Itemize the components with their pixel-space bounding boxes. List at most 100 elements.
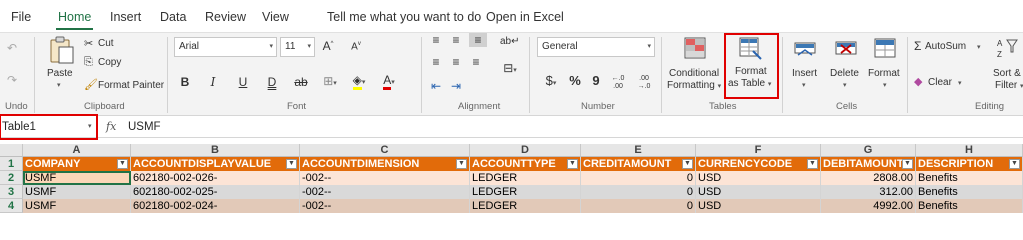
wrap-text-icon[interactable]: ab↵ <box>500 36 520 47</box>
increase-indent-icon[interactable]: ⇥ <box>449 79 463 93</box>
table-cell[interactable]: -002-- <box>300 199 470 213</box>
table-cell[interactable]: 0 <box>581 199 696 213</box>
table-cell[interactable]: 602180-002-025- <box>131 185 300 199</box>
table-header-cell[interactable]: ACCOUNTDISPLAYVALUE ▼ <box>131 157 300 171</box>
select-all-corner[interactable] <box>0 144 23 157</box>
percent-button[interactable]: % <box>568 73 582 88</box>
table-cell[interactable]: USMF <box>23 185 131 199</box>
cut-button[interactable]: ✂ Cut <box>84 36 134 52</box>
filter-dropdown-icon[interactable]: ▼ <box>286 159 297 169</box>
insert-cells-button[interactable]: Insert ▾ <box>788 35 822 97</box>
clear-button[interactable]: ◆ Clear ▾ <box>914 75 974 91</box>
table-cell[interactable]: USMF <box>23 171 131 185</box>
strikethrough-button[interactable]: ab <box>292 75 310 89</box>
table-header-cell[interactable]: ACCOUNTDIMENSION ▼ <box>300 157 470 171</box>
table-cell[interactable]: 312.00 <box>821 185 916 199</box>
number-format-select[interactable]: General ▾ <box>537 37 655 57</box>
tab-review[interactable]: Review <box>205 0 246 32</box>
tab-open-in-excel[interactable]: Open in Excel <box>486 0 564 32</box>
decrease-decimal-icon[interactable]: .00 →.0 <box>634 75 654 91</box>
fill-color-button[interactable]: ◈▾ <box>346 73 372 90</box>
format-painter-button[interactable]: 🖌 Format Painter <box>84 77 164 93</box>
filter-dropdown-icon[interactable]: ▼ <box>117 159 128 169</box>
table-cell[interactable]: USMF <box>23 199 131 213</box>
font-name-select[interactable]: Arial ▾ <box>174 37 277 57</box>
table-cell[interactable]: 0 <box>581 185 696 199</box>
grow-font-button[interactable]: A^ <box>321 39 335 53</box>
row-header-1[interactable]: 1 <box>0 157 23 171</box>
row-header-2[interactable]: 2 <box>0 171 23 185</box>
column-header-g[interactable]: G <box>821 144 916 157</box>
shrink-font-button[interactable]: Av <box>349 41 363 52</box>
filter-dropdown-icon[interactable]: ▼ <box>456 159 467 169</box>
row-header-3[interactable]: 3 <box>0 185 23 199</box>
tab-insert[interactable]: Insert <box>110 0 141 32</box>
table-cell[interactable]: LEDGER <box>470 171 581 185</box>
formula-input[interactable]: USMF <box>128 116 161 138</box>
filter-dropdown-icon[interactable]: ▼ <box>807 159 818 169</box>
underline-button[interactable]: U <box>236 75 250 89</box>
table-cell[interactable]: USD <box>696 171 821 185</box>
table-cell[interactable]: Benefits <box>916 171 1023 185</box>
filter-dropdown-icon[interactable]: ▼ <box>902 159 913 169</box>
comma-style-button[interactable]: 9 <box>590 73 602 88</box>
table-cell[interactable]: 0 <box>581 171 696 185</box>
paste-button[interactable]: Paste ▾ <box>44 35 78 95</box>
column-header-c[interactable]: C <box>300 144 470 157</box>
column-header-f[interactable]: F <box>696 144 821 157</box>
italic-button[interactable]: I <box>206 75 220 89</box>
conditional-formatting-button[interactable]: Conditional Formatting ▾ <box>666 35 724 97</box>
copy-button[interactable]: ⎘ Copy <box>84 55 134 71</box>
table-cell[interactable]: LEDGER <box>470 185 581 199</box>
align-center-icon[interactable]: ≡ <box>449 55 463 69</box>
table-header-cell[interactable]: CREDITAMOUNT ▼ <box>581 157 696 171</box>
column-header-a[interactable]: A <box>23 144 131 157</box>
double-underline-button[interactable]: D <box>265 75 279 89</box>
decrease-indent-icon[interactable]: ⇤ <box>429 79 443 93</box>
sort-filter-button[interactable]: A Z Sort & Filter ▾ <box>988 35 1023 97</box>
redo-icon[interactable]: ↷ <box>4 73 20 87</box>
align-middle-icon[interactable]: ≡ <box>449 33 463 47</box>
align-right-icon[interactable]: ≡ <box>469 55 483 69</box>
format-as-table-button[interactable]: Format as Table ▾ <box>724 33 780 99</box>
table-cell[interactable]: -002-- <box>300 185 470 199</box>
table-cell[interactable]: 2808.00 <box>821 171 916 185</box>
fx-icon[interactable]: fx <box>106 116 116 138</box>
tell-me-search[interactable]: Tell me what you want to do <box>327 0 481 32</box>
table-header-cell[interactable]: CURRENCYCODE ▼ <box>696 157 821 171</box>
merge-center-button[interactable]: ⊟▾ <box>498 61 522 75</box>
column-header-b[interactable]: B <box>131 144 300 157</box>
autosum-button[interactable]: Σ AutoSum ▾ <box>914 39 982 55</box>
filter-dropdown-icon[interactable]: ▼ <box>682 159 693 169</box>
align-top-icon[interactable]: ≡ <box>429 33 443 47</box>
table-cell[interactable]: Benefits <box>916 199 1023 213</box>
format-cells-button[interactable]: Format ▾ <box>866 35 904 97</box>
filter-dropdown-icon[interactable]: ▼ <box>567 159 578 169</box>
name-box[interactable]: Table1 ▾ <box>0 116 98 138</box>
table-cell[interactable]: 4992.00 <box>821 199 916 213</box>
column-header-d[interactable]: D <box>470 144 581 157</box>
font-color-button[interactable]: A▾ <box>376 73 402 90</box>
tab-home[interactable]: Home <box>55 0 94 32</box>
table-cell[interactable]: USD <box>696 185 821 199</box>
table-header-cell[interactable]: DESCRIPTION ▼ <box>916 157 1023 171</box>
table-cell[interactable]: 602180-002-024- <box>131 199 300 213</box>
filter-dropdown-icon[interactable]: ▼ <box>1009 159 1020 169</box>
increase-decimal-icon[interactable]: ←.0.00 <box>608 75 628 91</box>
row-header-4[interactable]: 4 <box>0 199 23 213</box>
align-left-icon[interactable]: ≡ <box>429 55 443 69</box>
table-cell[interactable]: LEDGER <box>470 199 581 213</box>
undo-icon[interactable]: ↶ <box>4 41 20 55</box>
table-cell[interactable]: 602180-002-026- <box>131 171 300 185</box>
font-size-select[interactable]: 11 ▾ <box>280 37 315 57</box>
table-header-cell[interactable]: ACCOUNTTYPE ▼ <box>470 157 581 171</box>
delete-cells-button[interactable]: Delete ▾ <box>828 35 862 97</box>
table-cell[interactable]: -002-- <box>300 171 470 185</box>
column-header-e[interactable]: E <box>581 144 696 157</box>
column-header-h[interactable]: H <box>916 144 1023 157</box>
align-bottom-icon[interactable]: ≡ <box>469 33 487 47</box>
currency-format-button[interactable]: $▾ <box>539 73 563 88</box>
table-header-cell[interactable]: DEBITAMOUNT ▼ <box>821 157 916 171</box>
tab-view[interactable]: View <box>262 0 289 32</box>
tab-data[interactable]: Data <box>160 0 186 32</box>
